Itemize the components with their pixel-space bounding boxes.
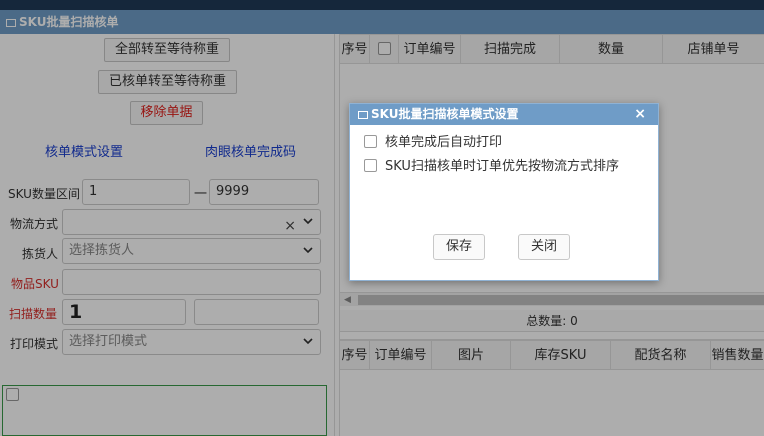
dialog-titlebar: SKU批量扫描核单模式设置 × — [350, 104, 658, 125]
auto-print-option[interactable]: 核单完成后自动打印 — [364, 131, 502, 150]
sort-logistics-label: SKU扫描核单时订单优先按物流方式排序 — [385, 159, 619, 174]
close-icon[interactable]: × — [634, 104, 646, 125]
window-icon — [358, 111, 368, 119]
sort-logistics-checkbox[interactable] — [364, 159, 377, 172]
close-button[interactable]: 关闭 — [518, 234, 570, 260]
sort-logistics-option[interactable]: SKU扫描核单时订单优先按物流方式排序 — [364, 155, 619, 174]
auto-print-checkbox[interactable] — [364, 135, 377, 148]
auto-print-label: 核单完成后自动打印 — [385, 135, 503, 150]
save-button[interactable]: 保存 — [433, 234, 485, 260]
mode-setting-dialog: SKU批量扫描核单模式设置 × 核单完成后自动打印 SKU扫描核单时订单优先按物… — [349, 103, 659, 281]
dialog-title: SKU批量扫描核单模式设置 — [371, 107, 519, 121]
